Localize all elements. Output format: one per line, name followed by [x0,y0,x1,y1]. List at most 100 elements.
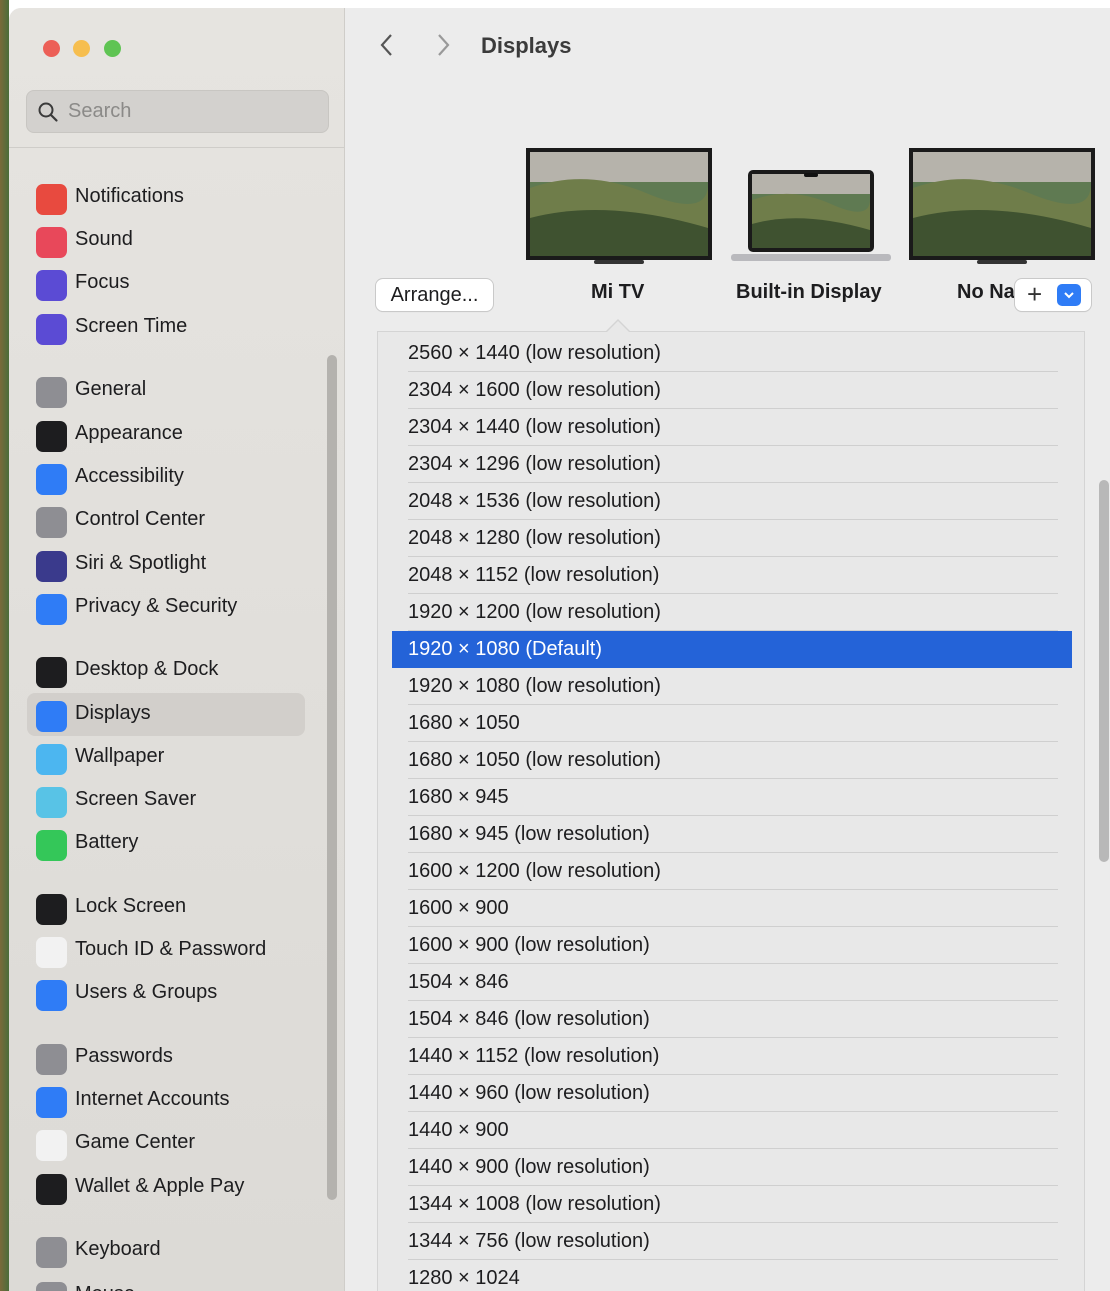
sidebar-item-label: Sound [75,228,133,250]
sidebar-item-label: Battery [75,831,139,853]
resolution-label: 1344 × 1008 (low resolution) [408,1193,661,1215]
page-title: Displays [481,33,572,58]
main-pane: Displays Arrange... Mi TV Built-in Displ… [345,8,1110,1291]
resolution-option[interactable]: 1920 × 1200 (low resolution) [392,594,1058,631]
bell-icon [36,184,67,215]
resolution-option[interactable]: 2048 × 1152 (low resolution) [392,557,1058,594]
accessibility-icon [36,464,67,495]
resolution-option[interactable]: 1440 × 900 [392,1112,1058,1149]
selection-caret-fill [606,321,630,333]
display-label-built-in[interactable]: Built-in Display [736,281,882,304]
chevron-left-icon [380,34,392,56]
resolution-option[interactable]: 1680 × 1050 [392,705,1058,742]
sidebar-item-label: Screen Saver [75,788,197,810]
resolution-option[interactable]: 1920 × 1080 (Default) [392,631,1072,668]
sidebar-item-label: Accessibility [75,465,184,487]
search-icon [38,102,58,122]
hand-icon [36,594,67,625]
sidebar-item-lock-screen[interactable]: Lock Screen [27,886,305,929]
resolution-option[interactable]: 1680 × 945 [392,779,1058,816]
display-mi-tv[interactable] [526,148,712,268]
arrange-button[interactable]: Arrange... [376,279,493,311]
forward-button[interactable] [435,32,451,65]
sidebar-item-touch-id-password[interactable]: Touch ID & Password [27,929,305,972]
sidebar-item-accessibility[interactable]: Accessibility [27,456,305,499]
resolution-option[interactable]: 2048 × 1536 (low resolution) [392,483,1058,520]
sidebar-item-game-center[interactable]: Game Center [27,1122,305,1165]
sidebar-item-control-center[interactable]: Control Center [27,499,305,542]
sidebar-item-displays[interactable]: Displays [27,693,305,736]
sidebar-item-label: Wallpaper [75,745,165,767]
resolution-option[interactable]: 1280 × 1024 [392,1260,1056,1291]
resolution-option[interactable]: 1440 × 900 (low resolution) [392,1149,1058,1186]
sidebar-item-mouse[interactable]: Mouse [27,1274,305,1291]
sidebar-item-keyboard[interactable]: Keyboard [27,1229,305,1272]
zoom-button[interactable] [104,40,121,57]
sidebar-item-internet-accounts[interactable]: Internet Accounts [27,1079,305,1122]
close-button[interactable] [43,40,60,57]
sun-icon [36,701,67,732]
sidebar-item-label: Users & Groups [75,981,218,1003]
sidebar-item-focus[interactable]: Focus [27,262,305,305]
resolution-label: 2304 × 1296 (low resolution) [408,453,661,475]
resolution-option[interactable]: 1680 × 1050 (low resolution) [392,742,1058,779]
resolution-option[interactable]: 1680 × 945 (low resolution) [392,816,1058,853]
sidebar-item-wallpaper[interactable]: Wallpaper [27,736,305,779]
sidebar-item-siri-spotlight[interactable]: Siri & Spotlight [27,543,305,586]
resolution-option[interactable]: 1920 × 1080 (low resolution) [392,668,1058,705]
resolution-option[interactable]: 1440 × 960 (low resolution) [392,1075,1058,1112]
resolution-option[interactable]: 2304 × 1600 (low resolution) [392,372,1058,409]
resolution-option[interactable]: 2560 × 1440 (low resolution) [392,335,1058,372]
display-built-in[interactable] [731,170,891,266]
sidebar-item-screen-saver[interactable]: Screen Saver [27,779,305,822]
display-label-no-name[interactable]: No Na [957,281,1015,304]
sidebar-item-label: Desktop & Dock [75,658,219,680]
resolution-option[interactable]: 2304 × 1440 (low resolution) [392,409,1058,446]
sidebar-item-desktop-dock[interactable]: Desktop & Dock [27,649,305,692]
resolution-option[interactable]: 2304 × 1296 (low resolution) [392,446,1058,483]
resolution-option[interactable]: 1504 × 846 [392,964,1058,1001]
sidebar-item-label: Passwords [75,1045,173,1067]
back-button[interactable] [379,32,395,65]
resolution-label: 1680 × 1050 (low resolution) [408,749,661,771]
sidebar-item-appearance[interactable]: Appearance [27,413,305,456]
resolution-option[interactable]: 1344 × 1008 (low resolution) [392,1186,1058,1223]
flower-icon [36,744,67,775]
sidebar-item-label: Privacy & Security [75,595,238,617]
sidebar-item-label: General [75,378,147,400]
sidebar-item-sound[interactable]: Sound [27,219,305,262]
sidebar: Search Notifications Sound Focus Screen Tim… [9,8,345,1291]
add-display-button[interactable]: + [1015,279,1091,311]
sidebar-item-passwords[interactable]: Passwords [27,1036,305,1079]
resolution-option[interactable]: 1440 × 1152 (low resolution) [392,1038,1058,1075]
display-label-mi-tv[interactable]: Mi TV [591,281,644,304]
minimize-button[interactable] [73,40,90,57]
siri-icon [36,551,67,582]
sidebar-item-label: Screen Time [75,315,188,337]
resolution-option[interactable]: 2048 × 1280 (low resolution) [392,520,1058,557]
sidebar-item-label: Internet Accounts [75,1088,230,1110]
resolution-option[interactable]: 1600 × 900 (low resolution) [392,927,1058,964]
resolution-option[interactable]: 1600 × 900 [392,890,1058,927]
chevron-right-icon [438,34,450,56]
sidebar-item-label: Notifications [75,185,184,207]
resolution-list[interactable]: 2560 × 1440 (low resolution) 2304 × 1600 … [377,331,1085,1291]
sidebar-item-users-groups[interactable]: Users & Groups [27,972,305,1015]
resolution-label: 2048 × 1280 (low resolution) [408,527,661,549]
display-no-name[interactable] [909,148,1095,268]
plus-icon: + [1027,279,1043,309]
sidebar-item-general[interactable]: General [27,369,305,412]
sidebar-scrollbar[interactable] [327,355,337,1200]
search-input[interactable]: Search [26,90,329,133]
sidebar-item-battery[interactable]: Battery [27,822,305,865]
sidebar-item-notifications[interactable]: Notifications [27,176,305,219]
resolution-option[interactable]: 1600 × 1200 (low resolution) [392,853,1058,890]
gear-icon [36,377,67,408]
resolution-option[interactable]: 1504 × 846 (low resolution) [392,1001,1058,1038]
resolution-scrollbar[interactable] [1099,480,1109,862]
chevron-down-icon[interactable] [1057,284,1081,306]
resolution-option[interactable]: 1344 × 756 (low resolution) [392,1223,1058,1260]
sidebar-item-wallet-apple-pay[interactable]: Wallet & Apple Pay [27,1166,305,1209]
sidebar-item-screen-time[interactable]: Screen Time [27,306,305,349]
sidebar-item-privacy-security[interactable]: Privacy & Security [27,586,305,629]
